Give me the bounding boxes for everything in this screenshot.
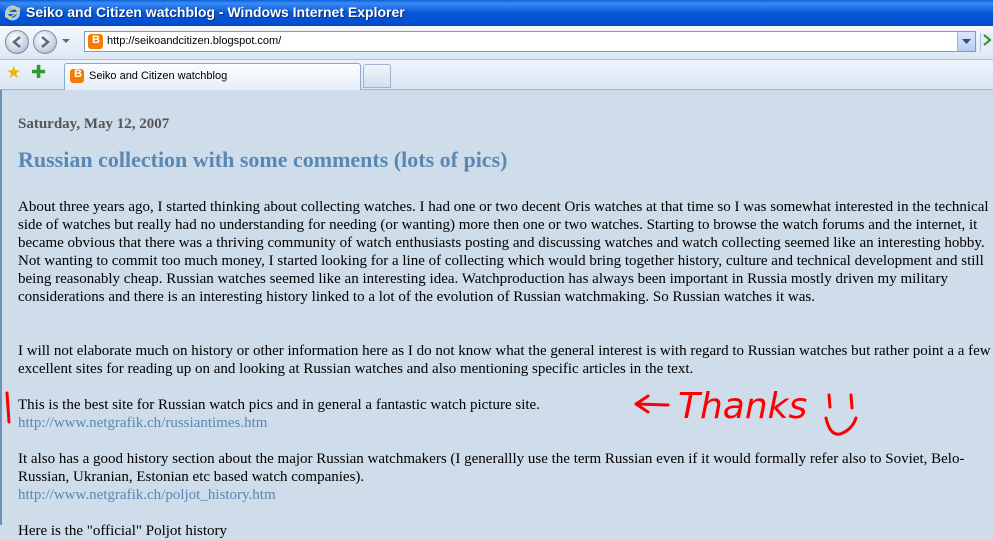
blogger-icon: B xyxy=(88,34,103,49)
tab-seiko-citizen[interactable]: B Seiko and Citizen watchblog xyxy=(64,63,361,90)
tab-label: Seiko and Citizen watchblog xyxy=(89,70,228,82)
recent-pages-dropdown-icon[interactable] xyxy=(61,35,71,47)
post-link-russiantimes[interactable]: http://www.netgrafik.ch/russiantimes.htm xyxy=(18,414,993,432)
back-arrow-icon xyxy=(12,36,21,48)
forward-button[interactable] xyxy=(33,30,57,54)
refresh-icon[interactable] xyxy=(980,33,993,51)
page-content: Saturday, May 12, 2007 Russian collectio… xyxy=(0,90,993,539)
address-bar[interactable]: B http://seikoandcitizen.blogspot.com/ xyxy=(84,31,976,52)
post-link-poljot-history[interactable]: http://www.netgrafik.ch/poljot_history.h… xyxy=(18,486,993,504)
forward-arrow-icon xyxy=(41,36,50,48)
post-paragraph-with-link: This is the best site for Russian watch … xyxy=(18,396,993,432)
window-title: Seiko and Citizen watchblog - Windows In… xyxy=(26,4,405,20)
favorites-star-icon[interactable]: ★ xyxy=(6,63,21,83)
address-dropdown-button[interactable] xyxy=(957,32,975,51)
post-paragraph: I will not elaborate much on history or … xyxy=(18,343,991,377)
window-title-bar[interactable]: Seiko and Citizen watchblog - Windows In… xyxy=(0,0,993,26)
post-title[interactable]: Russian collection with some comments (l… xyxy=(18,147,507,173)
address-url[interactable]: http://seikoandcitizen.blogspot.com/ xyxy=(107,35,281,47)
chevron-down-icon xyxy=(962,39,971,44)
post-paragraph-text: This is the best site for Russian watch … xyxy=(18,397,540,413)
post-paragraph-text: It also has a good history section about… xyxy=(18,451,965,485)
add-favorites-icon[interactable]: ✚ xyxy=(31,62,46,83)
post-paragraph: About three years ago, I started thinkin… xyxy=(18,199,989,305)
post-paragraph-with-link: It also has a good history section about… xyxy=(18,450,993,504)
navigation-toolbar: B http://seikoandcitizen.blogspot.com/ xyxy=(0,26,993,60)
back-button[interactable] xyxy=(5,30,29,54)
post-date: Saturday, May 12, 2007 xyxy=(18,116,170,132)
blogger-icon: B xyxy=(70,68,84,83)
new-tab-button[interactable] xyxy=(363,64,391,88)
tab-row: ★ ✚ B Seiko and Citizen watchblog xyxy=(0,60,993,90)
internet-explorer-icon xyxy=(4,5,21,21)
